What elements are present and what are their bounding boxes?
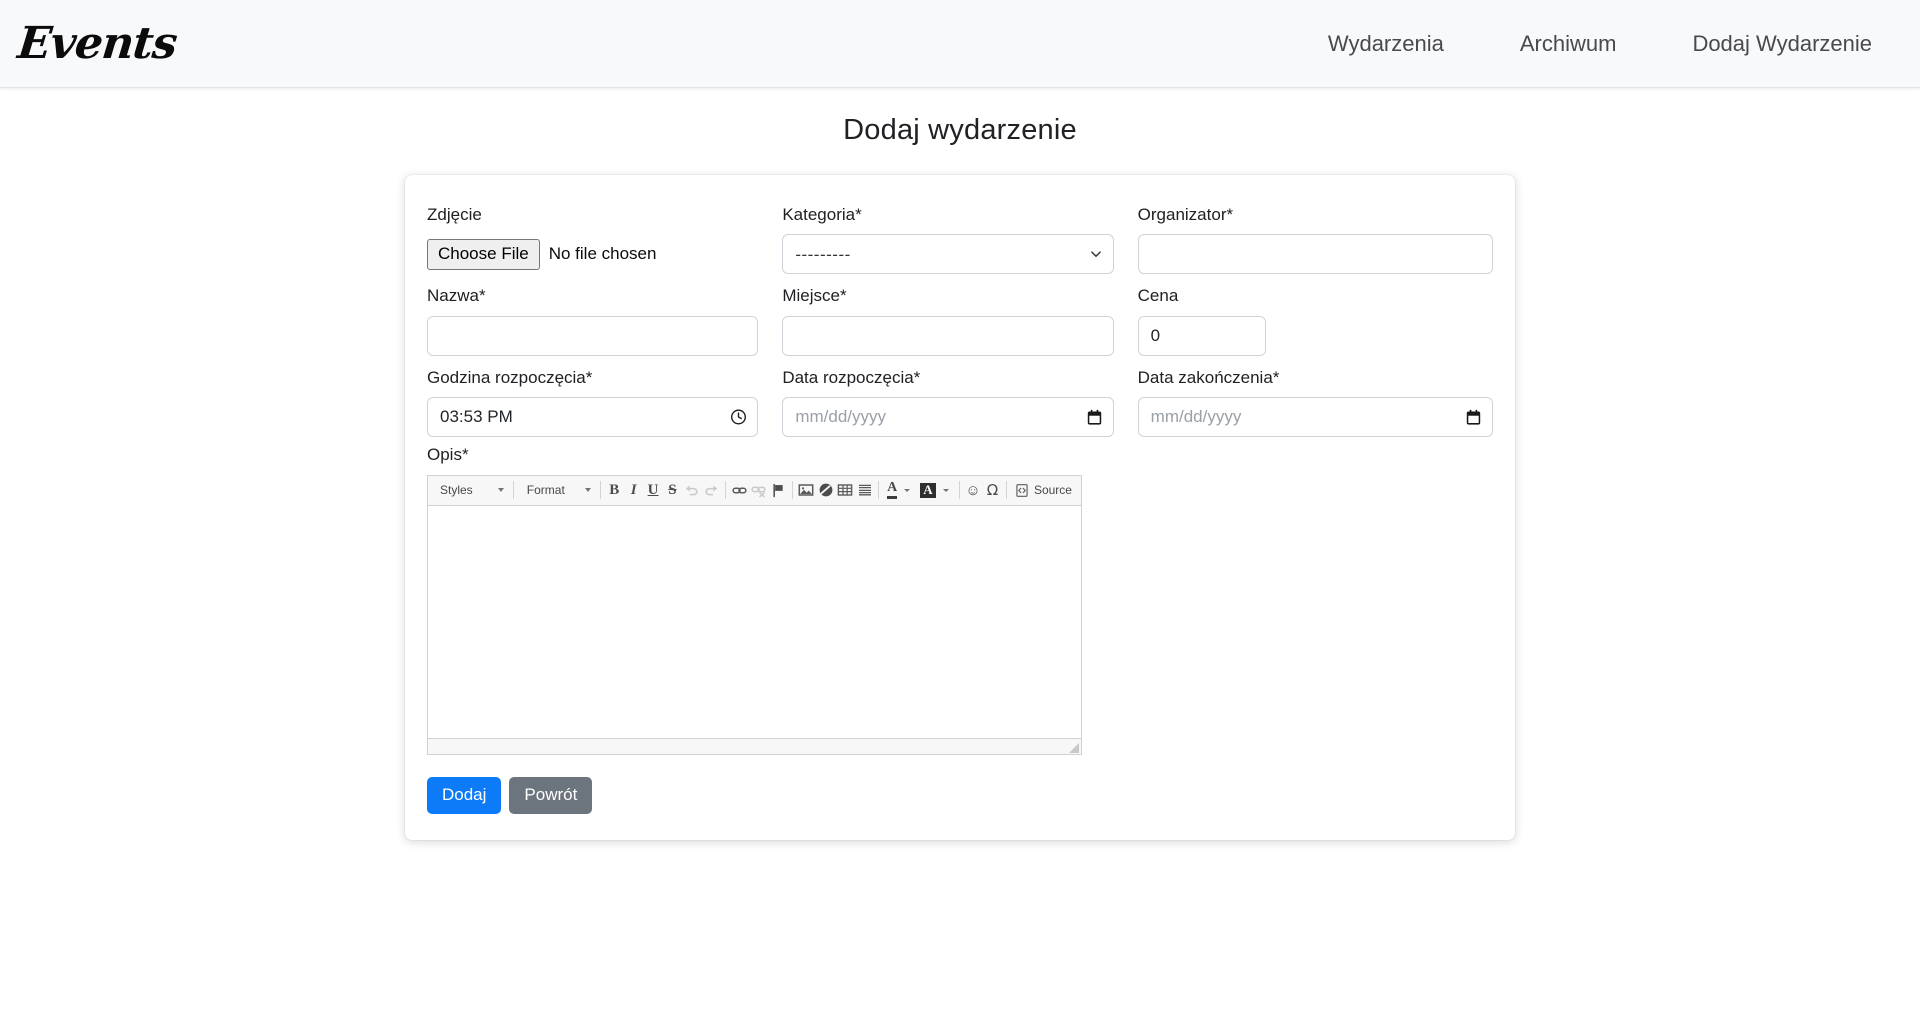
toolbar-separator	[599, 481, 601, 500]
nav-link-wydarzenia[interactable]: Wydarzenia	[1290, 23, 1482, 65]
field-group-category: Kategoria* ---------	[782, 197, 1137, 275]
navbar: Events Wydarzenia Archiwum Dodaj Wydarze…	[0, 0, 1920, 88]
field-group-end-date: Data zakończenia*	[1137, 360, 1493, 438]
chevron-down-icon	[942, 488, 949, 492]
start-time-wrapper	[427, 397, 759, 438]
toolbar-separator	[513, 481, 514, 500]
underline-icon[interactable]: U	[644, 479, 661, 501]
chevron-down-icon	[904, 488, 911, 492]
field-group-start-time: Godzina rozpoczęcia*	[427, 360, 782, 438]
styles-dropdown-label: Styles	[440, 483, 473, 498]
table-icon[interactable]	[836, 479, 853, 501]
back-button[interactable]: Powrót	[509, 776, 593, 814]
category-label: Kategoria*	[782, 205, 862, 224]
editor-footer	[428, 737, 1081, 754]
end-date-label: Data zakończenia*	[1137, 367, 1280, 387]
strikethrough-icon[interactable]: S	[664, 479, 681, 501]
name-label: Nazwa*	[427, 286, 486, 306]
toolbar-separator	[958, 481, 960, 500]
italic-icon[interactable]: I	[625, 479, 642, 501]
field-group-start-date: Data rozpoczęcia*	[782, 360, 1137, 438]
source-icon	[1016, 483, 1028, 497]
place-label: Miejsce*	[782, 286, 847, 306]
source-label: Source	[1033, 483, 1072, 498]
resize-handle[interactable]	[1069, 742, 1079, 753]
form-row-1: Zdjęcie Choose File No file chosen Kateg…	[427, 197, 1493, 275]
event-form-card: Zdjęcie Choose File No file chosen Kateg…	[405, 175, 1515, 840]
file-status-text: No file chosen	[548, 244, 657, 264]
toolbar-separator	[878, 481, 880, 500]
organizer-label: Organizator*	[1137, 205, 1234, 224]
main-navigation: Wydarzenia Archiwum Dodaj Wydarzenie	[1290, 23, 1896, 65]
place-input[interactable]	[782, 315, 1114, 356]
undo-icon[interactable]	[683, 479, 700, 501]
nav-link-dodaj-wydarzenie[interactable]: Dodaj Wydarzenie	[1654, 23, 1896, 65]
rich-text-editor: Styles Format B I U S A A ☺ Ω Source	[427, 474, 1082, 755]
field-group-organizer: Organizator*	[1137, 197, 1493, 275]
source-button[interactable]: Source	[1012, 479, 1077, 501]
brand-logo[interactable]: Events	[12, 18, 179, 69]
page-content: Dodaj wydarzenie Zdjęcie Choose File No …	[0, 88, 1920, 1013]
submit-button[interactable]: Dodaj	[427, 776, 502, 814]
horizontal-rule-icon[interactable]	[856, 479, 873, 501]
start-date-input[interactable]	[782, 397, 1114, 438]
field-group-price: Cena	[1137, 278, 1493, 356]
organizer-input[interactable]	[1137, 234, 1493, 275]
redo-icon[interactable]	[703, 479, 720, 501]
image-icon[interactable]	[798, 479, 815, 501]
field-group-description: Opis* Styles Format B I U S A A ☺ Ω Sour…	[427, 445, 1493, 755]
nav-link-archiwum[interactable]: Archiwum	[1482, 23, 1655, 65]
chevron-down-icon	[584, 488, 591, 493]
format-dropdown-label: Format	[526, 483, 565, 498]
editor-content-area[interactable]	[428, 505, 1081, 738]
start-time-input[interactable]	[427, 397, 759, 438]
anchor-flag-icon[interactable]	[770, 479, 787, 501]
category-select[interactable]: ---------	[782, 234, 1114, 275]
toolbar-separator	[1006, 481, 1007, 500]
editor-toolbar: Styles Format B I U S A A ☺ Ω Source	[428, 475, 1081, 506]
name-input[interactable]	[427, 315, 759, 356]
text-color-icon[interactable]: A	[884, 479, 915, 501]
page-title: Dodaj wydarzenie	[843, 114, 1077, 146]
field-group-photo: Zdjęcie Choose File No file chosen	[427, 197, 782, 274]
unlink-icon[interactable]	[750, 479, 767, 501]
background-color-icon[interactable]: A	[917, 479, 953, 501]
styles-dropdown[interactable]: Styles	[431, 479, 509, 501]
bold-icon[interactable]: B	[606, 479, 623, 501]
toolbar-separator	[791, 481, 793, 500]
description-label: Opis*	[427, 445, 469, 465]
photo-file-input[interactable]: Choose File No file chosen	[427, 234, 758, 274]
start-date-label: Data rozpoczęcia*	[782, 367, 921, 387]
photo-label: Zdjęcie	[427, 205, 482, 224]
end-date-input[interactable]	[1137, 397, 1493, 438]
form-row-2: Nazwa* Miejsce* Cena	[427, 278, 1493, 356]
toolbar-separator	[724, 481, 726, 500]
flash-icon[interactable]	[817, 479, 834, 501]
field-group-name: Nazwa*	[427, 278, 782, 356]
format-dropdown[interactable]: Format	[518, 479, 596, 501]
chevron-down-icon	[498, 488, 504, 493]
field-group-place: Miejsce*	[782, 278, 1137, 356]
form-row-3: Godzina rozpoczęcia* Data rozpoczęcia*	[427, 360, 1493, 438]
start-date-wrapper	[782, 397, 1114, 438]
price-input[interactable]	[1137, 315, 1266, 356]
smiley-icon[interactable]: ☺	[964, 479, 981, 501]
price-label: Cena	[1137, 286, 1179, 306]
start-time-label: Godzina rozpoczęcia*	[427, 367, 593, 387]
choose-file-button[interactable]: Choose File	[427, 239, 540, 270]
form-actions: Dodaj Powrót	[427, 776, 1493, 814]
category-select-wrapper: ---------	[782, 234, 1114, 275]
link-icon[interactable]	[731, 479, 748, 501]
end-date-wrapper	[1137, 397, 1493, 438]
special-char-icon[interactable]: Ω	[984, 479, 1001, 501]
